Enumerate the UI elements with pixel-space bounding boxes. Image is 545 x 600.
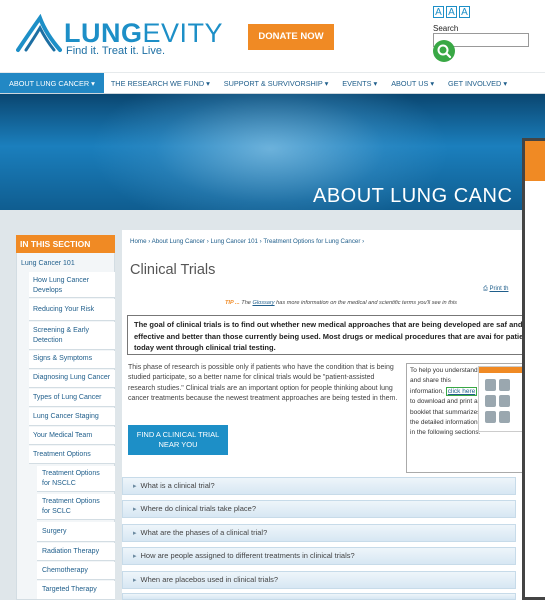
faq-item-placebos[interactable]: ▸ When are placebos used in clinical tria… [122, 571, 516, 589]
banner-title: ABOUT LUNG CANC [313, 185, 513, 207]
glossary-tip: TIP ... The Glossary has more informatio… [225, 300, 457, 306]
sidebar-subitem-treatment-options-sclc[interactable]: Treatment Options for SCLC [37, 494, 115, 520]
booklet-photo [485, 411, 496, 423]
text-size-large-button[interactable]: A [459, 6, 470, 18]
nav-get-involved[interactable]: GET INVOLVED ▾ [441, 73, 514, 93]
booklet-photo [485, 379, 496, 391]
sidebar-item-lung-cancer-staging[interactable]: Lung Cancer Staging [29, 408, 115, 426]
search-icon [437, 44, 452, 59]
chevron-right-icon: ▸ [133, 577, 137, 584]
nav-events[interactable]: EVENTS ▾ [335, 73, 384, 93]
nav-support-survivorship[interactable]: SUPPORT & SURVIVORSHIP ▾ [217, 73, 336, 93]
sidebar-subitem-radiation-therapy[interactable]: Radiation Therapy [37, 543, 115, 561]
glossary-link[interactable]: Glossary [252, 300, 274, 306]
find-clinical-trial-button[interactable]: FIND A CLINICAL TRIAL NEAR YOU [128, 425, 228, 455]
sidebar-subitem-targeted-therapy[interactable]: Targeted Therapy [37, 581, 115, 600]
logo-mark-icon [16, 14, 62, 52]
faq-item-what-is-trial[interactable]: ▸ What is a clinical trial? [122, 477, 516, 495]
sidebar-item-reducing-your-risk[interactable]: Reducing Your Risk [29, 299, 115, 321]
booklet-photo [485, 395, 496, 407]
breadcrumb[interactable]: Home › About Lung Cancer › Lung Cancer 1… [130, 238, 364, 245]
booklet-photo [499, 379, 510, 391]
sidebar-item-signs-symptoms[interactable]: Signs & Symptoms [29, 351, 115, 369]
faq-item-assigned[interactable]: ▸ How are people assigned to different tr… [122, 547, 516, 565]
text-size-medium-button[interactable]: A [446, 6, 457, 18]
printer-icon: ⎙ [483, 286, 488, 292]
sidebar-item-types-of-lung-cancer[interactable]: Types of Lung Cancer [29, 389, 115, 407]
print-link[interactable]: ⎙ Print th [483, 286, 509, 293]
sidebar-subitem-chemotherapy[interactable]: Chemotherapy [37, 562, 115, 580]
nav-about-us[interactable]: ABOUT US ▾ [384, 73, 441, 93]
sidebar-item-treatment-options[interactable]: Treatment Options [29, 446, 115, 464]
lungevity-logo[interactable]: LUNGEVITY Find it. Treat it. Live. [16, 14, 223, 57]
sidebar-subitem-treatment-options-nsclc[interactable]: Treatment Options for NSCLC [37, 466, 115, 492]
text-size-small-button[interactable]: A [433, 6, 444, 18]
page-title: Clinical Trials [130, 262, 216, 278]
popup-overlay[interactable] [522, 138, 545, 600]
nav-research-we-fund[interactable]: THE RESEARCH WE FUND ▾ [104, 73, 217, 93]
booklet-photo [499, 395, 510, 407]
nav-about-lung-cancer[interactable]: ABOUT LUNG CANCER ▾ [0, 73, 104, 93]
search-button[interactable] [433, 40, 455, 62]
booklet-photo [499, 411, 510, 423]
search-label: Search [433, 24, 459, 33]
chevron-right-icon: ▸ [133, 530, 137, 537]
faq-item-next[interactable] [122, 593, 516, 600]
sidebar-item-lung-cancer-101[interactable]: Lung Cancer 101 [21, 259, 75, 269]
sidebar-subitem-surgery[interactable]: Surgery [37, 522, 115, 542]
sidebar-item-screening-early-detection[interactable]: Screening & Early Detection [29, 322, 115, 350]
chevron-right-icon: ▸ [133, 553, 137, 560]
booklet-download-link[interactable]: click here [445, 386, 478, 396]
sidebar-item-how-lung-cancer-develops[interactable]: How Lung Cancer Develops [29, 272, 115, 298]
faq-item-phases[interactable]: ▸ What are the phases of a clinical trial… [122, 524, 516, 542]
chevron-right-icon: ▸ [133, 506, 137, 513]
logo-tagline: Find it. Treat it. Live. [66, 45, 166, 57]
donate-button[interactable]: DONATE NOW [248, 24, 334, 50]
sidebar-heading: IN THIS SECTION [16, 235, 115, 253]
booklet-callout-text: To help you understand and share this in… [410, 367, 481, 437]
faq-item-where-trials[interactable]: ▸ Where do clinical trials take place? [122, 500, 516, 518]
body-paragraph: This phase of research is possible only … [128, 364, 398, 403]
main-nav: ABOUT LUNG CANCER ▾ THE RESEARCH WE FUND… [0, 72, 545, 94]
text-size-controls: A A A [433, 6, 470, 18]
site-header: LUNGEVITY Find it. Treat it. Live. DONAT… [0, 0, 545, 72]
popup-header [525, 141, 545, 181]
sidebar-item-your-medical-team[interactable]: Your Medical Team [29, 427, 115, 445]
chevron-right-icon: ▸ [133, 483, 137, 490]
intro-highlight-box: The goal of clinical trials is to find o… [127, 315, 545, 355]
sidebar-item-diagnosing-lung-cancer[interactable]: Diagnosing Lung Cancer [29, 370, 115, 388]
